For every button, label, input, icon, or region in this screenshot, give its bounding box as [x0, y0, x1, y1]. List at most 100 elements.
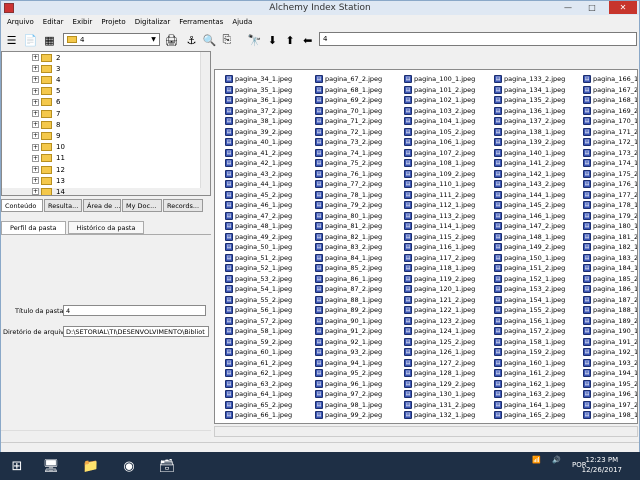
file-item[interactable]: ▤ pagina_69_2.jpeg — [315, 95, 382, 106]
file-item[interactable]: ▤ pagina_97_2.jpeg — [315, 389, 382, 400]
profile-tab[interactable]: Perfil da pasta — [1, 221, 66, 234]
file-item[interactable]: ▤ pagina_90_1.jpeg — [315, 316, 382, 327]
file-item[interactable]: ▤ pagina_64_1.jpeg — [225, 389, 292, 400]
file-item[interactable]: ▤ pagina_72_1.jpeg — [315, 127, 382, 138]
tree-item[interactable]: +14 — [32, 186, 65, 195]
arrow-down-icon[interactable]: ⬇ — [264, 32, 280, 49]
file-item[interactable]: ▤ pagina_78_1.jpeg — [315, 190, 382, 201]
file-item[interactable]: ▤ pagina_184_1.j — [583, 263, 637, 274]
search-folder-icon[interactable]: 🔍 — [201, 32, 218, 49]
file-item[interactable]: ▤ pagina_179_2.j — [583, 211, 637, 222]
file-item[interactable]: ▤ pagina_42_1.jpeg — [225, 158, 292, 169]
file-item[interactable]: ▤ pagina_151_2.jpeg — [494, 263, 565, 274]
file-item[interactable]: ▤ pagina_71_2.jpeg — [315, 116, 382, 127]
file-item[interactable]: ▤ pagina_34_1.jpeg — [225, 74, 292, 85]
file-item[interactable]: ▤ pagina_166_1.j — [583, 74, 637, 85]
file-item[interactable]: ▤ pagina_134_1.jpeg — [494, 85, 565, 96]
alchemy-app-icon[interactable]: 🗃 — [154, 455, 180, 477]
tree-item[interactable]: +13 — [32, 175, 65, 186]
pane-tab[interactable]: My Doc... — [122, 199, 162, 212]
file-item[interactable]: ▤ pagina_101_2.jpeg — [404, 85, 475, 96]
file-item[interactable]: ▤ pagina_117_2.jpeg — [404, 253, 475, 264]
network-icon[interactable]: 📶 — [532, 456, 541, 464]
clock[interactable]: 12:23 PM 12/26/2017 — [582, 455, 622, 475]
file-item[interactable]: ▤ pagina_174_1.j — [583, 158, 637, 169]
volume-icon[interactable]: 🔊 — [552, 456, 561, 464]
file-item[interactable]: ▤ pagina_187_2.j — [583, 295, 637, 306]
file-item[interactable]: ▤ pagina_37_2.jpeg — [225, 106, 292, 117]
file-item[interactable]: ▤ pagina_53_2.jpeg — [225, 274, 292, 285]
file-item[interactable]: ▤ pagina_144_1.jpeg — [494, 190, 565, 201]
file-item[interactable]: ▤ pagina_38_1.jpeg — [225, 116, 292, 127]
tree-item[interactable]: +3 — [32, 63, 60, 74]
file-item[interactable]: ▤ pagina_181_2.j — [583, 232, 637, 243]
file-item[interactable]: ▤ pagina_153_2.jpeg — [494, 284, 565, 295]
pane-tab[interactable]: Conteúdo — [1, 199, 43, 212]
binoculars-icon[interactable]: 🔭 — [247, 32, 263, 49]
file-item[interactable]: ▤ pagina_146_1.jpeg — [494, 211, 565, 222]
file-item[interactable]: ▤ pagina_122_1.jpeg — [404, 305, 475, 316]
file-item[interactable]: ▤ pagina_89_2.jpeg — [315, 305, 382, 316]
file-directory-field[interactable]: D:\SETORIAL\TI\DESENVOLVIMENTO\Bibliot — [63, 326, 209, 337]
file-item[interactable]: ▤ pagina_196_1.j — [583, 389, 637, 400]
file-item[interactable]: ▤ pagina_111_2.jpeg — [404, 190, 475, 201]
file-item[interactable]: ▤ pagina_128_1.jpeg — [404, 368, 475, 379]
file-item[interactable]: ▤ pagina_180_1.j — [583, 221, 637, 232]
expand-icon[interactable]: + — [32, 121, 39, 129]
file-item[interactable]: ▤ pagina_172_1.j — [583, 137, 637, 148]
file-item[interactable]: ▤ pagina_96_1.jpeg — [315, 379, 382, 390]
chevron-down-icon[interactable]: ▼ — [149, 35, 158, 44]
file-item[interactable]: ▤ pagina_83_2.jpeg — [315, 242, 382, 253]
file-item[interactable]: ▤ pagina_177_2.j — [583, 190, 637, 201]
file-item[interactable]: ▤ pagina_143_2.jpeg — [494, 179, 565, 190]
file-item[interactable]: ▤ pagina_167_2.j — [583, 85, 637, 96]
file-item[interactable]: ▤ pagina_139_2.jpeg — [494, 137, 565, 148]
file-item[interactable]: ▤ pagina_84_1.jpeg — [315, 253, 382, 264]
tree-item[interactable]: +12 — [32, 164, 65, 175]
windows-start-icon[interactable]: ⊞ — [4, 455, 30, 477]
file-item[interactable]: ▤ pagina_118_1.jpeg — [404, 263, 475, 274]
file-item[interactable]: ▤ pagina_86_1.jpeg — [315, 274, 382, 285]
file-item[interactable]: ▤ pagina_190_1.j — [583, 326, 637, 337]
file-item[interactable]: ▤ pagina_165_2.jpeg — [494, 410, 565, 421]
file-item[interactable]: ▤ pagina_123_2.jpeg — [404, 316, 475, 327]
file-item[interactable]: ▤ pagina_182_1.j — [583, 242, 637, 253]
menu-item[interactable]: Digitalizar — [135, 18, 171, 26]
folder-title-field[interactable]: 4 — [63, 305, 206, 316]
expand-icon[interactable]: + — [32, 132, 39, 140]
expand-icon[interactable]: + — [32, 87, 39, 95]
file-item[interactable]: ▤ pagina_95_2.jpeg — [315, 368, 382, 379]
file-item[interactable]: ▤ pagina_192_1.j — [583, 347, 637, 358]
file-item[interactable]: ▤ pagina_91_2.jpeg — [315, 326, 382, 337]
file-item[interactable]: ▤ pagina_176_1.j — [583, 179, 637, 190]
menu-item[interactable]: Ajuda — [232, 18, 252, 26]
file-item[interactable]: ▤ pagina_76_1.jpeg — [315, 169, 382, 180]
pane-tab[interactable]: Records... — [163, 199, 203, 212]
tree-vscrollbar[interactable] — [200, 52, 210, 195]
file-item[interactable]: ▤ pagina_75_2.jpeg — [315, 158, 382, 169]
profile-tab[interactable]: Histórico da pasta — [67, 221, 145, 234]
file-item[interactable]: ▤ pagina_142_1.jpeg — [494, 169, 565, 180]
file-item[interactable]: ▤ pagina_55_2.jpeg — [225, 295, 292, 306]
server-manager-icon[interactable]: 🖥 — [38, 455, 64, 477]
file-item[interactable]: ▤ pagina_48_1.jpeg — [225, 221, 292, 232]
file-item[interactable]: ▤ pagina_156_1.jpeg — [494, 316, 565, 327]
file-item[interactable]: ▤ pagina_163_2.jpeg — [494, 389, 565, 400]
file-item[interactable]: ▤ pagina_161_2.jpeg — [494, 368, 565, 379]
path-box[interactable]: 4 — [319, 32, 637, 46]
file-item[interactable]: ▤ pagina_157_2.jpeg — [494, 326, 565, 337]
folder-combo[interactable]: 4 ▼ — [63, 33, 160, 46]
file-item[interactable]: ▤ pagina_150_1.jpeg — [494, 253, 565, 264]
file-item[interactable]: ▤ pagina_127_2.jpeg — [404, 358, 475, 369]
maximize-button[interactable]: □ — [581, 1, 603, 14]
file-item[interactable]: ▤ pagina_131_2.jpeg — [404, 400, 475, 411]
file-item[interactable]: ▤ pagina_115_2.jpeg — [404, 232, 475, 243]
file-item[interactable]: ▤ pagina_51_2.jpeg — [225, 253, 292, 264]
file-item[interactable]: ▤ pagina_74_1.jpeg — [315, 148, 382, 159]
file-item[interactable]: ▤ pagina_56_1.jpeg — [225, 305, 292, 316]
file-item[interactable]: ▤ pagina_130_1.jpeg — [404, 389, 475, 400]
file-item[interactable]: ▤ pagina_194_1.j — [583, 368, 637, 379]
left-hscrollbar[interactable] — [1, 430, 211, 440]
list-icon[interactable]: ▦ — [41, 32, 58, 49]
file-item[interactable]: ▤ pagina_133_2.jpeg — [494, 74, 565, 85]
